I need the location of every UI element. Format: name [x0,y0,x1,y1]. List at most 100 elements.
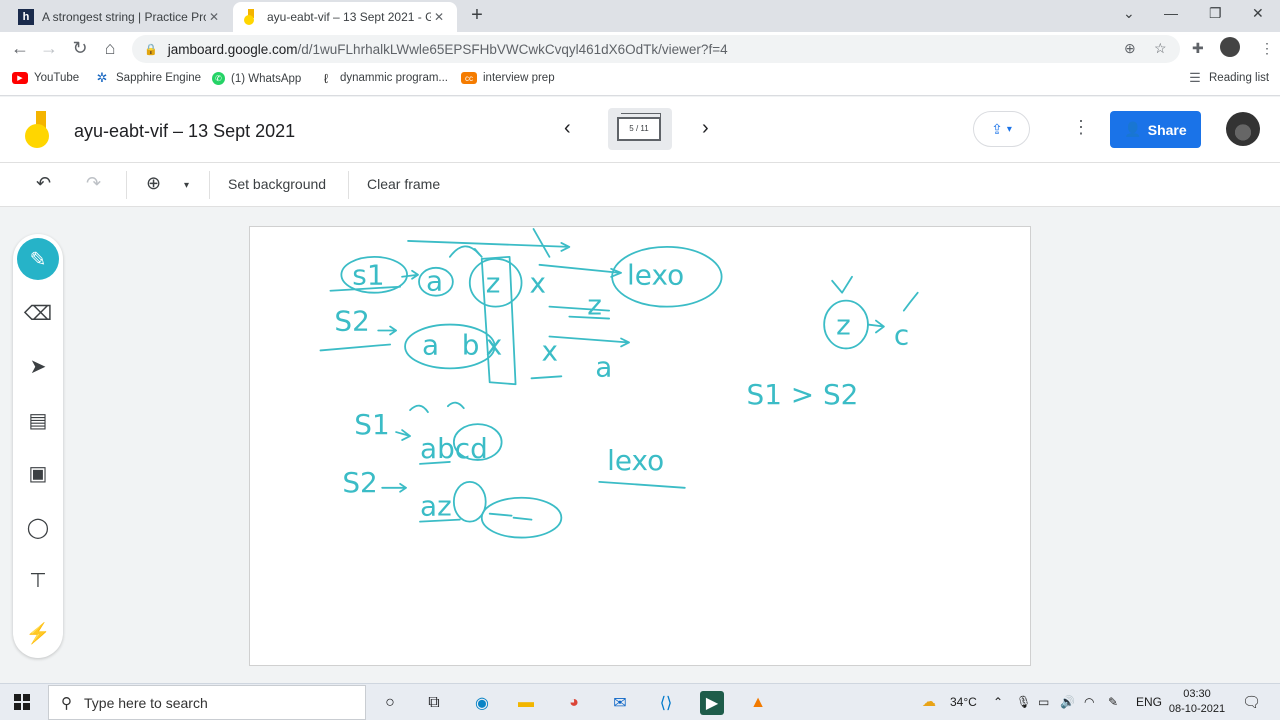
sticky-note-icon[interactable]: ▤ [17,399,59,441]
weather-temp[interactable]: 34°C [950,695,977,709]
pen-icon[interactable]: ✎ [17,238,59,280]
ink-check [902,291,919,312]
ink-label: lexo [607,444,664,477]
star-icon[interactable]: ☆ [1154,40,1167,57]
microphone-icon[interactable]: 🎙 [1016,695,1031,709]
new-tab-button[interactable]: + [467,5,487,26]
menu-icon[interactable]: ⋮ [1260,40,1274,57]
address-bar[interactable]: 🔒 jamboard.google.com/d/1wuFLhrhalkLWwle… [132,35,1180,63]
more-options-icon[interactable]: ⋮ [1072,117,1090,138]
clock-date: 08-10-2021 [1168,703,1226,715]
ink-letter: a [595,350,612,383]
extensions-icon[interactable]: ✚ [1192,40,1204,57]
frame-bar-toggle[interactable]: 5 / 11 [608,108,672,150]
forward-icon[interactable]: → [37,38,61,60]
whiteboard-canvas[interactable]: s1 a z x lexo z S2 a b x x a z c S1 > S2… [249,226,1031,666]
h-icon: h [18,9,34,25]
edge-icon[interactable]: ◉ [470,691,494,715]
chrome-icon[interactable]: ◕ [562,691,586,715]
bookmark-label: dynammic program... [340,72,449,84]
pen-tray-icon[interactable]: ✎ [1108,695,1118,709]
minimize-icon[interactable]: — [1164,5,1178,21]
bookmark-dp[interactable]: ℓ dynammic program... [318,70,449,86]
laser-icon[interactable]: ⚡ [17,612,59,654]
tab-jamboard[interactable]: ayu-eabt-vif – 13 Sept 2021 - Goo ✕ [233,2,457,32]
weather-icon[interactable]: ☁ [922,693,936,710]
lock-icon: 🔒 [144,43,158,56]
next-frame-icon[interactable]: › [702,117,709,140]
vscode-icon[interactable]: ⟨⟩ [654,691,678,715]
share-label: Share [1147,121,1187,138]
bookmark-youtube[interactable]: ▶ YouTube [12,72,79,84]
battery-icon[interactable]: ▭ [1038,695,1049,709]
image-icon[interactable]: ▣ [17,452,59,494]
ink-letter: x [530,267,547,300]
ink-arrow [867,319,885,334]
tab-practice-problem[interactable]: h A strongest string | Practice Probl ✕ [8,2,232,32]
zoom-dropdown-icon[interactable]: ▾ [184,180,189,191]
jamboard-icon [243,9,259,25]
ink-letter: z [486,267,501,300]
set-background-button[interactable]: Set background [228,176,326,192]
ink-circle [404,323,496,370]
account-avatar[interactable] [1226,112,1260,146]
select-icon[interactable]: ➤ [17,345,59,387]
back-icon[interactable]: ← [8,38,32,60]
notifications-icon[interactable]: 🗨 [1242,693,1261,711]
text-box-icon[interactable]: ⊤ [17,559,59,601]
system-clock[interactable]: 03:30 08-10-2021 [1168,687,1226,717]
ink-arrow [538,263,622,278]
ink-letter: z [836,309,851,342]
close-icon[interactable]: ✕ [206,10,222,24]
edit-toolbar: ↶ ↷ ⊕ ▾ Set background Clear frame [0,163,1280,207]
redo-icon[interactable]: ↷ [86,173,101,194]
document-title[interactable]: ayu-eabt-vif – 13 Sept 2021 [74,121,295,142]
prev-frame-icon[interactable]: ‹ [564,117,571,140]
url-host: jamboard.google.com [167,41,298,57]
taskbar-search[interactable]: ⚲ Type here to search [48,685,366,720]
terminal-app-icon[interactable]: ▶ [700,691,724,715]
bookmark-label: YouTube [34,72,80,84]
task-view-icon[interactable]: ⧉ [422,691,446,715]
url-path: /d/1wuFLhrhalkLWwle65EPSFHbVWCwkCvqyl461… [297,41,728,57]
tray-chevron-icon[interactable]: ⌃ [993,695,1003,709]
windows-start-icon[interactable] [14,694,30,710]
undo-icon[interactable]: ↶ [36,173,51,194]
circle-icon[interactable]: ◯ [17,506,59,548]
bookmark-interview[interactable]: cc interview prep [461,72,555,84]
reload-icon[interactable]: ↻ [68,38,92,60]
restore-icon[interactable]: ❐ [1209,5,1222,22]
present-button[interactable]: ⇪ ▾ [973,111,1030,147]
bookmark-sapphire[interactable]: ✲ Sapphire Engine [94,70,202,85]
home-icon[interactable]: ⌂ [98,38,122,60]
eraser-icon[interactable]: ⌫ [17,292,59,334]
mail-icon[interactable]: ✉ [608,691,632,715]
wifi-icon[interactable]: ◠ [1084,695,1094,709]
volume-icon[interactable]: 🔊 [1060,695,1075,709]
ink-label: S2 [334,305,369,338]
share-button[interactable]: 👤 Share [1110,111,1201,148]
close-icon[interactable]: ✕ [431,10,447,24]
vlc-icon[interactable]: ▲ [746,691,770,715]
clock-time: 03:30 [1183,688,1211,700]
window-close-icon[interactable]: ✕ [1252,5,1264,22]
tab-search-icon[interactable]: ⌄ [1123,5,1135,22]
cortana-icon[interactable]: ○ [378,691,402,715]
bookmark-whatsapp[interactable]: ✆ (1) WhatsApp [212,72,301,85]
divider [209,171,210,199]
bookmark-label: interview prep [483,72,555,84]
file-explorer-icon[interactable]: ▬ [514,691,538,715]
search-icon: ⚲ [61,694,72,712]
tool-palette: ✎ ⌫ ➤ ▤ ▣ ◯ ⊤ ⚡ [13,234,63,658]
ink-label: s1 [352,259,384,292]
cc-icon: cc [461,72,477,84]
language-indicator[interactable]: ENG [1136,695,1162,709]
ink-letter: b [462,328,480,361]
clear-frame-button[interactable]: Clear frame [367,176,440,192]
ink-underline [530,375,563,380]
zoom-icon[interactable]: ⊕ [1124,40,1136,57]
zoom-icon[interactable]: ⊕ [146,173,161,194]
leaf-icon: ℓ [323,70,329,86]
reading-list[interactable]: ☰ Reading list [1187,70,1269,85]
profile-avatar[interactable] [1220,37,1240,57]
